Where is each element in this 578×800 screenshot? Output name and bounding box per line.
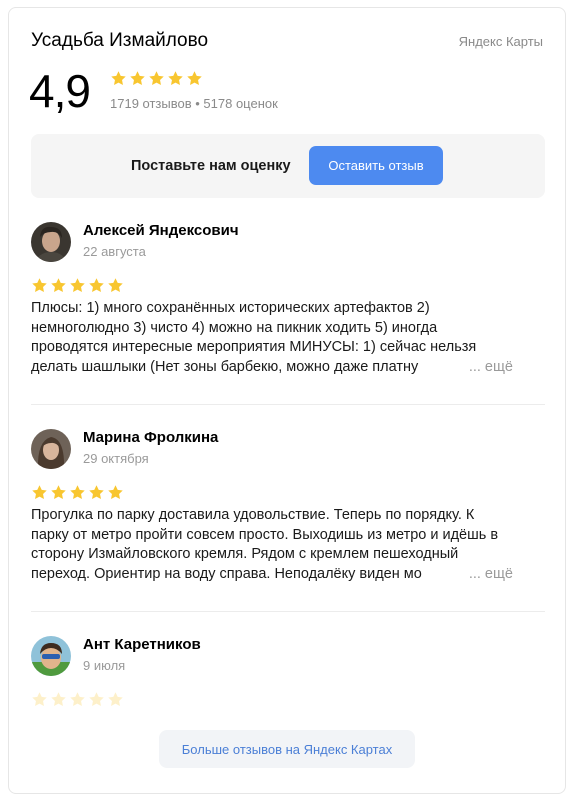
review-date: 9 июля [83, 658, 126, 673]
review-counts: 1719 отзывов • 5178 оценок [110, 96, 278, 111]
star-icon [107, 691, 124, 708]
star-icon [69, 484, 86, 501]
star-icon [148, 70, 165, 87]
avatar[interactable] [31, 429, 71, 469]
review-item: Марина Фролкина 29 октября Прогулка по п… [31, 429, 545, 599]
review-author[interactable]: Алексей Яндексович [83, 222, 239, 239]
divider [31, 404, 545, 405]
rate-us-text: Поставьте нам оценку [131, 158, 291, 174]
reviews-widget: Усадьба Измайлово Яндекс Карты 4,9 1719 … [8, 7, 566, 794]
review-date: 22 августа [83, 244, 146, 259]
review-date: 29 октября [83, 451, 149, 466]
leave-review-button[interactable]: Оставить отзыв [309, 146, 443, 185]
star-icon [88, 484, 105, 501]
avatar[interactable] [31, 222, 71, 262]
star-icon [88, 277, 105, 294]
star-icon [69, 277, 86, 294]
read-more-link[interactable]: ... ещё [450, 358, 513, 378]
rating-stars [110, 70, 203, 87]
read-more-link[interactable]: ... ещё [450, 565, 513, 585]
star-icon [50, 277, 67, 294]
star-icon [31, 277, 48, 294]
review-stars [31, 277, 124, 294]
review-stars [31, 691, 124, 708]
star-icon [186, 70, 203, 87]
star-icon [88, 691, 105, 708]
star-icon [107, 277, 124, 294]
star-icon [31, 484, 48, 501]
star-icon [107, 484, 124, 501]
brand-link[interactable]: Яндекс Карты [459, 34, 543, 49]
star-icon [167, 70, 184, 87]
review-author[interactable]: Ант Каретников [83, 636, 201, 653]
star-icon [50, 691, 67, 708]
star-icon [31, 691, 48, 708]
review-stars [31, 484, 124, 501]
star-icon [69, 691, 86, 708]
place-title[interactable]: Усадьба Измайлово [31, 30, 208, 52]
rating-value: 4,9 [29, 65, 91, 117]
avatar[interactable] [31, 636, 71, 676]
review-item: Алексей Яндексович 22 августа Плюсы: 1) … [31, 222, 545, 392]
review-text: Плюсы: 1) много сохранённых исторических… [31, 300, 477, 375]
review-item: Ант Каретников 9 июля [31, 636, 545, 716]
star-icon [110, 70, 127, 87]
star-icon [50, 484, 67, 501]
divider [31, 611, 545, 612]
rate-us-panel: Поставьте нам оценку Оставить отзыв [31, 134, 545, 198]
review-author[interactable]: Марина Фролкина [83, 429, 218, 446]
star-icon [129, 70, 146, 87]
more-reviews-button[interactable]: Больше отзывов на Яндекс Картах [159, 730, 415, 768]
review-text: Прогулка по парку доставила удовольствие… [31, 507, 499, 582]
